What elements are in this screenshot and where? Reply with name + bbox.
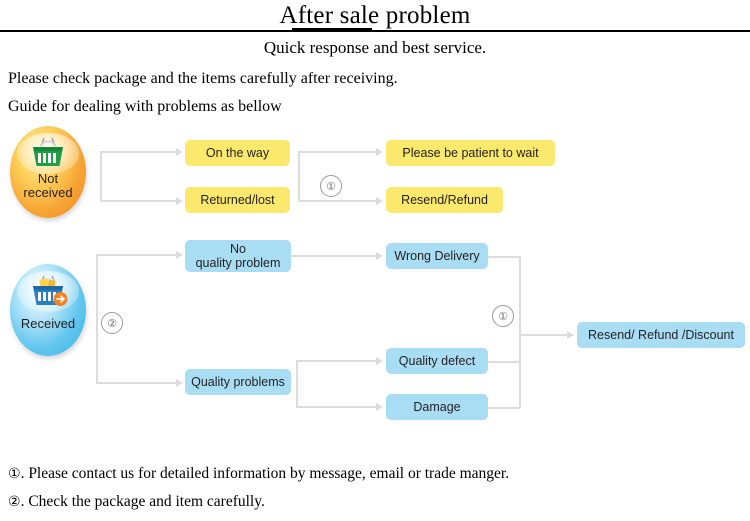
arrow-damage (376, 403, 383, 411)
footnote-one-text: . Please contact us for detailed informa… (20, 465, 510, 482)
connector-merge-spine (519, 256, 521, 408)
box-resend-refund[interactable]: Resend/Refund (386, 187, 503, 213)
arrow-wrong-delivery (376, 252, 383, 260)
lead-text-check-package: Please check package and the items caref… (8, 70, 398, 87)
title-underline-accent (292, 28, 372, 32)
arrow-yellow-bottom (376, 197, 383, 205)
box-returned-lost[interactable]: Returned/lost (185, 187, 290, 213)
box-no-quality-problem-line2: quality problem (195, 256, 281, 270)
footnote-one: ①. Please contact us for detailed inform… (8, 464, 509, 484)
page-subtitle: Quick response and best service. (263, 38, 487, 57)
shopping-basket-check-icon (10, 272, 86, 314)
box-damage[interactable]: Damage (386, 394, 488, 420)
connector-not-received-top (100, 151, 176, 153)
arrow-not-received-top (176, 148, 183, 156)
connector-received-spine (96, 255, 98, 383)
marker-circle-one-bottom: ① (492, 305, 514, 327)
bubble-not-received-label: Not received (10, 172, 86, 200)
connector-yellow-spine (298, 152, 300, 201)
after-sale-problem-infographic: After sale problem Quick response and be… (0, 0, 750, 521)
connector-merge-bottom (488, 407, 520, 409)
connector-not-received-spine (100, 152, 102, 202)
box-wrong-delivery[interactable]: Wrong Delivery (386, 243, 488, 269)
lead-text-guide: Guide for dealing with problems as bello… (8, 98, 282, 115)
bubble-not-received: Not received (10, 126, 86, 218)
footnote-one-marker: ① (8, 466, 21, 482)
arrow-merge-out (567, 331, 574, 339)
bubble-received: Received (10, 264, 86, 356)
box-quality-problems[interactable]: Quality problems (185, 369, 291, 395)
connector-quality-spine (296, 361, 298, 407)
connector-merge-out (519, 334, 567, 336)
box-no-quality-problem[interactable]: No quality problem (185, 240, 291, 272)
box-please-be-patient[interactable]: Please be patient to wait (386, 140, 555, 166)
box-no-quality-problem-line1: No (230, 242, 246, 256)
arrow-yellow-top (376, 148, 383, 156)
box-quality-defect[interactable]: Quality defect (386, 348, 488, 374)
title-divider (0, 30, 750, 32)
connector-merge-mid (488, 361, 520, 363)
bubble-not-received-line2: received (23, 185, 73, 200)
arrow-received-top (176, 251, 183, 259)
box-on-the-way[interactable]: On the way (185, 140, 290, 166)
page-title: After sale problem (279, 2, 471, 29)
arrow-received-bottom (176, 379, 183, 387)
footnote-two-marker: ② (8, 494, 21, 510)
connector-merge-top (488, 256, 520, 258)
bubble-not-received-line1: Not (37, 171, 59, 186)
marker-circle-two: ② (101, 312, 123, 334)
footnote-two-text: . Check the package and item carefully. (20, 493, 265, 510)
connector-received-bottom (96, 382, 176, 384)
box-resend-refund-discount[interactable]: Resend/ Refund /Discount (577, 322, 745, 348)
shopping-basket-icon (10, 134, 86, 176)
connector-no-quality-to-wrong-delivery (291, 255, 376, 257)
connector-received-top (96, 254, 176, 256)
connector-yellow-bottom (298, 200, 376, 202)
footnote-two: ②. Check the package and item carefully. (8, 492, 265, 512)
arrow-quality-defect (376, 357, 383, 365)
connector-damage (296, 406, 376, 408)
arrow-not-received-bottom (176, 197, 183, 205)
connector-yellow-top (298, 151, 376, 153)
marker-circle-one-top: ① (320, 175, 342, 197)
connector-quality-defect (296, 360, 376, 362)
connector-not-received-bottom (100, 200, 176, 202)
bubble-received-label: Received (20, 316, 76, 331)
